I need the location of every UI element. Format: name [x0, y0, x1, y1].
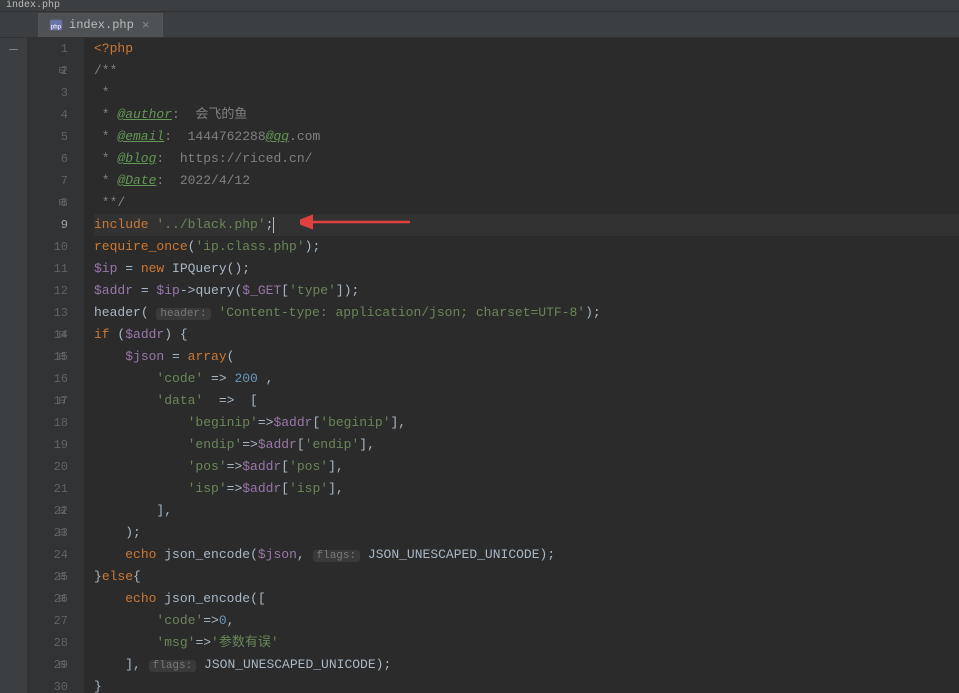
line-number[interactable]: 4 — [28, 104, 68, 126]
line-number[interactable]: 6 — [28, 148, 68, 170]
cursor — [273, 217, 274, 233]
line-number[interactable]: 3 — [28, 82, 68, 104]
line-number[interactable]: 21 — [28, 478, 68, 500]
code-area[interactable]: <?php /** * * @author: 会飞的鱼 * @email: 14… — [84, 38, 959, 693]
line-number[interactable]: 18 — [28, 412, 68, 434]
tab-bar: php index.php × — [0, 12, 959, 38]
line-number[interactable]: 10 — [28, 236, 68, 258]
php-file-icon: php — [49, 18, 63, 32]
line-number[interactable]: 30 — [28, 676, 68, 693]
fold-icon[interactable]: ⊟ — [56, 324, 68, 346]
collapse-icon[interactable]: — — [0, 38, 27, 58]
line-number[interactable]: 9 — [28, 214, 68, 236]
close-icon[interactable]: × — [140, 18, 152, 33]
line-number[interactable]: 16 — [28, 368, 68, 390]
tab-index-php[interactable]: php index.php × — [38, 13, 163, 37]
line-number[interactable]: 5 — [28, 126, 68, 148]
line-number[interactable]: 27 — [28, 610, 68, 632]
line-number[interactable]: 1 — [28, 38, 68, 60]
titlebar: index.php — [0, 0, 959, 12]
line-number[interactable]: 20 — [28, 456, 68, 478]
fold-icon[interactable]: ⊟ — [56, 192, 68, 214]
svg-text:php: php — [51, 24, 62, 31]
fold-icon[interactable]: ⊟ — [56, 588, 68, 610]
line-number[interactable]: 19 — [28, 434, 68, 456]
fold-icon[interactable]: ⊟ — [56, 390, 68, 412]
line-number[interactable]: 28 — [28, 632, 68, 654]
fold-icon[interactable]: ⊟ — [56, 566, 68, 588]
fold-icon[interactable]: ⊟ — [56, 654, 68, 676]
fold-icon[interactable]: ⊟ — [56, 346, 68, 368]
line-number[interactable]: 12 — [28, 280, 68, 302]
fold-icon[interactable]: ⊟ — [56, 60, 68, 82]
tab-label: index.php — [69, 18, 134, 32]
line-number[interactable]: 24 — [28, 544, 68, 566]
line-number[interactable]: 13 — [28, 302, 68, 324]
fold-icon[interactable]: ⊟ — [56, 522, 68, 544]
tool-strip[interactable]: — — [0, 38, 28, 693]
editor: — 1 2 3 4 5 6 7 8 9 10 11 12 13 14 15 16… — [0, 38, 959, 693]
line-number[interactable]: 7 — [28, 170, 68, 192]
line-number[interactable]: 11 — [28, 258, 68, 280]
fold-icon[interactable]: ⊟ — [56, 500, 68, 522]
